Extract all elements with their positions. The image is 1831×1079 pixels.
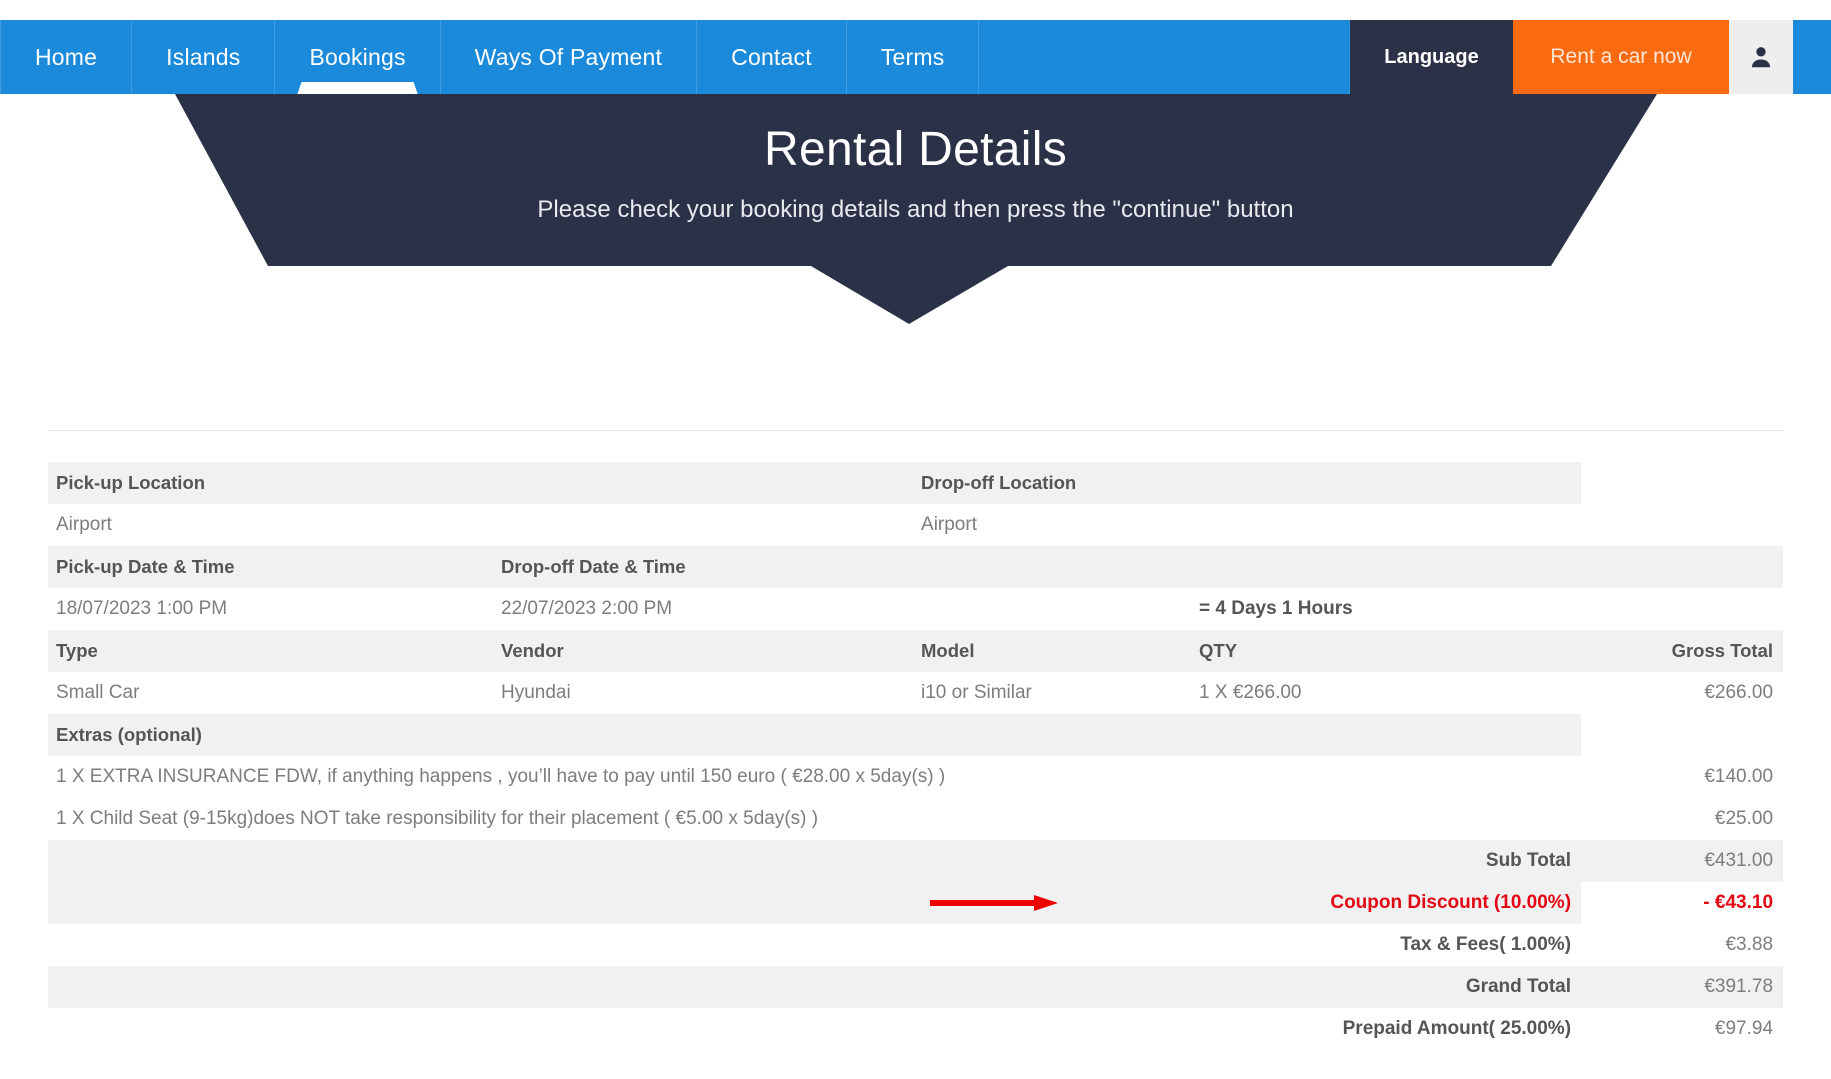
account-button[interactable] (1729, 20, 1793, 94)
type-value: Small Car (56, 682, 140, 703)
grand-total-value: €391.78 (1581, 966, 1784, 1008)
table-row-grand-total: Grand Total €391.78 (48, 966, 1784, 1008)
spacer-cell (48, 966, 1192, 1008)
table-row-extra-item: 1 X EXTRA INSURANCE FDW, if anything hap… (48, 756, 1783, 798)
table-row-prepaid-amount: Prepaid Amount( 25.00%) €97.94 (48, 1008, 1783, 1050)
nav-item-islands[interactable]: Islands (132, 20, 276, 94)
extras-header: Extras (optional) (48, 714, 1582, 756)
rent-a-car-now-button[interactable]: Rent a car now (1513, 20, 1729, 94)
page-title: Rental Details (763, 123, 1067, 176)
spacer-cell (1191, 546, 1582, 588)
grand-total-label: Grand Total (1191, 966, 1582, 1008)
nav-item-label: Contact (731, 43, 812, 70)
content-divider (48, 430, 1783, 431)
spacer-cell (48, 882, 1192, 924)
sub-total-value: €431.00 (1581, 840, 1784, 882)
spacer-cell (913, 546, 1192, 588)
nav-item-label: Ways Of Payment (474, 43, 663, 70)
table-row-coupon-discount: Coupon Discount (10.00%) - €43.10 (48, 882, 1784, 924)
table-row-sub-total: Sub Total €431.00 (48, 840, 1784, 882)
spacer-cell (1581, 546, 1784, 588)
nav-item-contact[interactable]: Contact (697, 20, 847, 94)
nav-tail (1793, 20, 1831, 94)
gross-total-header: Gross Total (1581, 630, 1784, 672)
table-row-location-header: Pick-up Location Drop-off Location (48, 462, 1784, 504)
table-row-datetime-values: 18/07/2023 1:00 PM 22/07/2023 2:00 PM = … (48, 588, 1783, 630)
table-row-datetime-header: Pick-up Date & Time Drop-off Date & Time (48, 546, 1784, 588)
language-selector[interactable]: Language (1350, 20, 1513, 94)
banner-shape (175, 94, 1657, 324)
coupon-discount-label: Coupon Discount (10.00%) (1191, 882, 1582, 924)
page-subtitle: Please check your booking details and th… (537, 196, 1294, 223)
dropoff-datetime-value: 22/07/2023 2:00 PM (501, 598, 673, 619)
qty-header: QTY (1191, 630, 1582, 672)
table-row-tax-fees: Tax & Fees( 1.00%) €3.88 (48, 924, 1783, 966)
nav-spacer (979, 20, 1350, 94)
page-root: Home Islands Bookings Ways Of Payment Co… (0, 0, 1831, 1079)
qty-value: 1 X €266.00 (1199, 682, 1302, 703)
extra-description: 1 X Child Seat (9-15kg)does NOT take res… (56, 808, 819, 829)
spacer-cell (48, 924, 1191, 966)
nav-item-bookings[interactable]: Bookings (275, 20, 441, 94)
pickup-location-header: Pick-up Location (48, 462, 914, 504)
main-navbar: Home Islands Bookings Ways Of Payment Co… (0, 20, 1831, 94)
extra-description: 1 X EXTRA INSURANCE FDW, if anything hap… (56, 766, 946, 787)
vendor-header: Vendor (493, 630, 914, 672)
spacer-cell (1581, 714, 1784, 756)
extra-amount: €25.00 (1714, 808, 1774, 829)
nav-item-label: Islands (166, 43, 241, 70)
nav-item-ways-of-payment[interactable]: Ways Of Payment (441, 20, 698, 94)
table-row-extra-item: 1 X Child Seat (9-15kg)does NOT take res… (48, 798, 1783, 840)
rent-a-car-now-label: Rent a car now (1550, 45, 1692, 68)
type-header: Type (48, 630, 493, 672)
prepaid-amount-label: Prepaid Amount( 25.00%) (1342, 1018, 1572, 1039)
gross-total-value: €266.00 (1704, 682, 1774, 703)
rental-details-table: Pick-up Location Drop-off Location Airpo… (48, 462, 1784, 1050)
table-row-vehicle-header: Type Vendor Model QTY Gross Total (48, 630, 1784, 672)
dropoff-location-value: Airport (921, 514, 977, 535)
spacer-cell (1581, 588, 1783, 630)
spacer-cell (1581, 504, 1783, 546)
pickup-datetime-value: 18/07/2023 1:00 PM (56, 598, 228, 619)
coupon-discount-value: - €43.10 (1581, 882, 1784, 924)
spacer-cell (1581, 462, 1784, 504)
table-row-vehicle-values: Small Car Hyundai i10 or Similar 1 X €26… (48, 672, 1783, 714)
nav-item-label: Home (35, 43, 98, 70)
nav-item-terms[interactable]: Terms (847, 20, 980, 94)
pickup-location-value: Airport (56, 514, 112, 535)
dropoff-location-header: Drop-off Location (913, 462, 1582, 504)
primary-nav: Home Islands Bookings Ways Of Payment Co… (0, 20, 980, 94)
model-header: Model (913, 630, 1192, 672)
extra-amount: €140.00 (1704, 766, 1774, 787)
nav-item-home[interactable]: Home (0, 20, 133, 94)
sub-total-label: Sub Total (1191, 840, 1582, 882)
vendor-value: Hyundai (501, 682, 571, 703)
spacer-cell (913, 588, 1191, 630)
page-banner: Rental Details Please check your booking… (0, 94, 1831, 324)
tax-fees-value: €3.88 (1725, 934, 1774, 955)
prepaid-amount-value: €97.94 (1714, 1018, 1774, 1039)
spacer-cell (48, 840, 1192, 882)
nav-item-label: Bookings (309, 43, 406, 70)
table-row-location-values: Airport Airport (48, 504, 1783, 546)
table-row-extras-header: Extras (optional) (48, 714, 1784, 756)
rental-duration-value: = 4 Days 1 Hours (1199, 598, 1353, 619)
tax-fees-label: Tax & Fees( 1.00%) (1400, 934, 1572, 955)
language-label: Language (1384, 45, 1479, 68)
pickup-datetime-header: Pick-up Date & Time (48, 546, 493, 588)
spacer-cell (48, 1008, 1191, 1050)
model-value: i10 or Similar (921, 682, 1032, 703)
nav-item-label: Terms (880, 43, 945, 70)
user-icon (1748, 44, 1774, 70)
dropoff-datetime-header: Drop-off Date & Time (493, 546, 914, 588)
rental-details-content: Pick-up Location Drop-off Location Airpo… (48, 430, 1784, 1050)
